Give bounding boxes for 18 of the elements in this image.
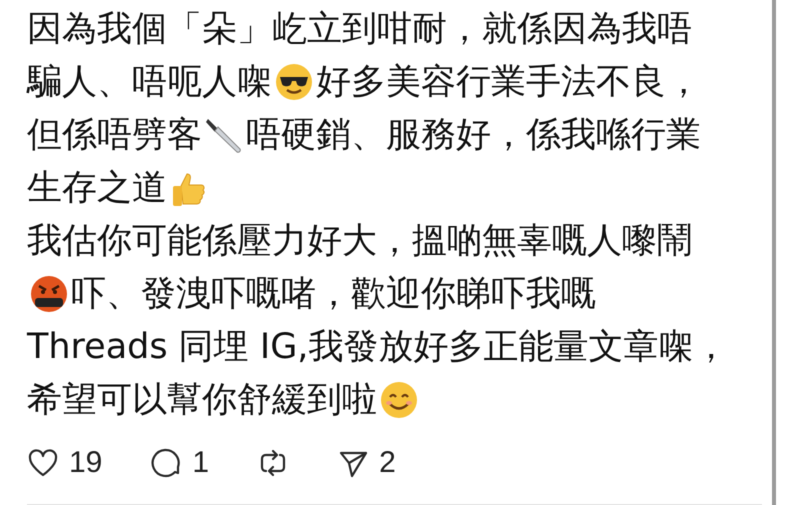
post-text: 但係唔劈客 — [27, 114, 202, 156]
post-text: 唔硬銷、服務好，係我喺行業 — [246, 114, 701, 156]
post-text: 因為我個「朵」屹立到咁耐，就係因為我唔 — [27, 8, 692, 50]
heart-icon — [27, 447, 59, 479]
post-text: 吓、發洩吓嘅啫，歡迎你睇吓我嘅 — [71, 272, 596, 316]
post-text: 我估你可能係壓力好大，搵啲無辜嘅人嚟鬧 — [27, 220, 692, 262]
post-text: 好多美容行業手法不良， — [316, 60, 701, 104]
reply-button[interactable]: 1 — [150, 446, 210, 480]
share-button[interactable]: 2 — [337, 446, 396, 480]
post-text: Threads 同埋 IG,我發放好多正能量文章㗎， — [27, 326, 728, 368]
like-button[interactable]: 19 — [27, 446, 102, 480]
post-text: 騙人、唔呃人㗎 — [27, 60, 272, 104]
sunglasses-face-icon — [274, 62, 314, 102]
post-text: 希望可以幫你舒緩到啦 — [27, 378, 377, 422]
smiling-face-icon — [379, 380, 419, 420]
comment-icon — [150, 447, 182, 479]
cursing-face-icon — [29, 274, 69, 314]
post-text: 生存之道 — [27, 166, 167, 210]
